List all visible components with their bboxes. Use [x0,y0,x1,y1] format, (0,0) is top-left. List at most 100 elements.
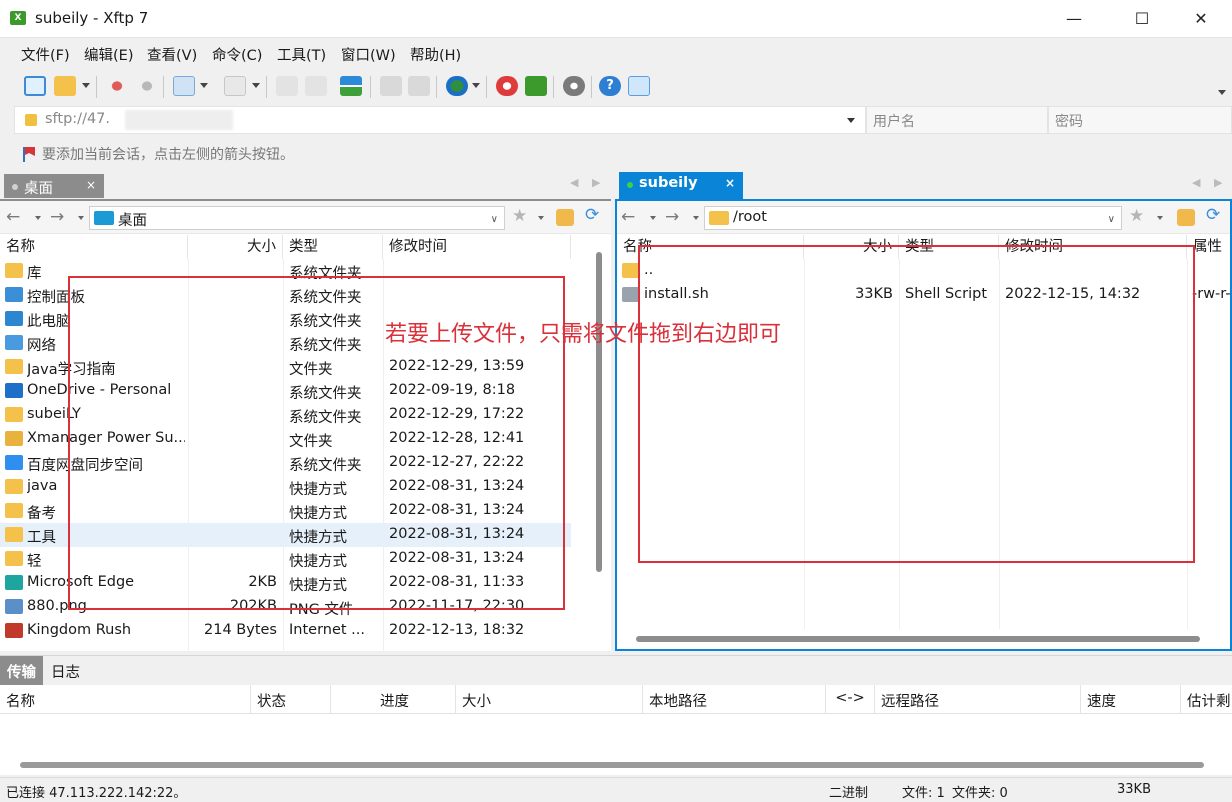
globe-dropdown-icon[interactable] [472,83,480,88]
xftp-icon[interactable] [525,76,547,96]
tab-transfers[interactable]: 传输 [0,656,43,685]
close-tab-icon[interactable]: × [725,176,735,190]
disconnect-icon[interactable] [136,76,158,96]
tab-remote-subeily[interactable]: subeily × [619,172,743,199]
new-session-icon[interactable] [24,76,46,96]
local-col-modified[interactable]: 修改时间 [383,235,571,259]
local-nav-row: ← → 桌面 ∨ ★ ⟳ [0,201,611,234]
favorites-star-icon[interactable]: ★ [1129,206,1144,226]
transfer-col-eta[interactable]: 估计剩 [1181,685,1232,713]
close-tab-icon[interactable]: × [86,178,96,192]
transfer-col-progress[interactable]: 进度 [331,685,456,713]
computer-icon [5,311,23,326]
menu-help[interactable]: 帮助(H) [410,44,461,65]
transfer-col-status[interactable]: 状态 [251,685,331,713]
remote-nav-row: ← → /root ∨ ★ ⟳ [617,201,1230,234]
chat-icon[interactable] [628,76,650,96]
control-panel-icon [5,287,23,302]
window-title: subeily - Xftp 7 [35,9,149,27]
tab-local-desktop[interactable]: 桌面 × [4,174,104,198]
bookmark-flag-icon[interactable] [22,146,36,162]
favorites-star-icon[interactable]: ★ [512,206,527,226]
username-field[interactable]: 用户名 [866,106,1048,134]
copy-icon[interactable] [380,76,402,96]
transfer-col-speed[interactable]: 速度 [1081,685,1181,713]
transfer-list: 名称 状态 进度 大小 本地路径 <-> 远程路径 速度 估计剩 [0,685,1232,775]
transfer-col-remote-path[interactable]: 远程路径 [875,685,1081,713]
tab-scroll-right-icon[interactable]: ▶ [1214,176,1222,189]
session-properties-icon[interactable] [173,76,195,96]
settings-gear-icon[interactable] [563,76,585,96]
forward-history-dropdown[interactable] [78,216,84,220]
tab-scroll-right-icon[interactable]: ▶ [592,176,600,189]
local-vertical-scrollbar[interactable] [596,252,602,572]
back-history-dropdown[interactable] [650,216,656,220]
tab-log[interactable]: 日志 [44,656,87,685]
remote-path-combo[interactable]: /root ∨ [704,206,1122,230]
sync-arrows-icon[interactable] [340,76,362,96]
transfer-dropdown-icon[interactable] [252,83,260,88]
local-col-size[interactable]: 大小 [188,235,283,259]
password-placeholder: 密码 [1055,114,1083,130]
local-col-type[interactable]: 类型 [283,235,383,259]
globe-icon[interactable] [446,76,468,96]
local-path-combo[interactable]: 桌面 ∨ [89,206,505,230]
username-placeholder: 用户名 [873,114,915,130]
refresh-icon[interactable]: ⟳ [1206,205,1220,225]
favorites-dropdown[interactable] [1157,216,1163,220]
help-icon[interactable]: ? [599,76,621,96]
upload-icon[interactable] [276,76,298,96]
menu-edit[interactable]: 编辑(E) [84,44,133,65]
back-history-dropdown[interactable] [35,216,41,220]
properties-dropdown-icon[interactable] [200,83,208,88]
total-size: 33KB [1117,782,1151,797]
open-folder-icon[interactable] [54,76,76,96]
chevron-down-icon[interactable]: ∨ [1108,214,1115,225]
forward-arrow-icon[interactable]: → [665,207,679,227]
tab-scroll-left-icon[interactable]: ◀ [1192,176,1200,189]
menu-view[interactable]: 查看(V) [147,44,197,65]
chevron-down-icon[interactable] [847,118,855,123]
tab-status-dot [12,184,18,190]
transfer-horizontal-scrollbar[interactable] [20,762,1204,768]
transfer-col-local-path[interactable]: 本地路径 [643,685,826,713]
home-folder-icon[interactable] [556,209,574,226]
back-arrow-icon[interactable]: ← [6,207,20,227]
toolbar-overflow-icon[interactable] [1218,90,1226,95]
address-bar[interactable]: sftp://47. [14,106,866,134]
open-dropdown-icon[interactable] [82,83,90,88]
menu-window[interactable]: 窗口(W) [341,44,396,65]
paste-icon[interactable] [408,76,430,96]
favorites-dropdown[interactable] [538,216,544,220]
tab-scroll-left-icon[interactable]: ◀ [570,176,578,189]
file-row[interactable]: Kingdom Rush 214 Bytes Internet ... 2022-12… [0,619,571,643]
transfer-mode[interactable]: 二进制 [829,782,868,801]
transfer-view-icon[interactable] [224,76,246,96]
back-arrow-icon[interactable]: ← [621,207,635,227]
local-col-name[interactable]: 名称 [0,235,188,259]
maximize-button[interactable]: ☐ [1119,0,1165,38]
download-icon[interactable] [305,76,327,96]
refresh-icon[interactable]: ⟳ [585,205,599,225]
forward-history-dropdown[interactable] [693,216,699,220]
password-field[interactable]: 密码 [1048,106,1232,134]
xshell-icon[interactable] [496,76,518,96]
status-bar: 已连接 47.113.222.142:22。 二进制 文件: 1 文件夹: 0 … [0,777,1232,802]
reconnect-icon[interactable] [106,76,128,96]
xmanager-icon [5,431,23,446]
transfer-col-direction[interactable]: <-> [826,685,875,713]
menu-tools[interactable]: 工具(T) [277,44,326,65]
folder-icon [5,407,23,422]
remote-horizontal-scrollbar[interactable] [636,636,1200,642]
close-button[interactable]: ✕ [1178,0,1224,38]
image-file-icon [5,599,23,614]
game-shortcut-icon [5,623,23,638]
transfer-col-name[interactable]: 名称 [0,685,251,713]
chevron-down-icon[interactable]: ∨ [491,214,498,225]
menu-file[interactable]: 文件(F) [21,44,70,65]
home-folder-icon[interactable] [1177,209,1195,226]
menu-command[interactable]: 命令(C) [212,44,262,65]
forward-arrow-icon[interactable]: → [50,207,64,227]
transfer-col-size[interactable]: 大小 [456,685,643,713]
minimize-button[interactable]: — [1051,0,1097,38]
